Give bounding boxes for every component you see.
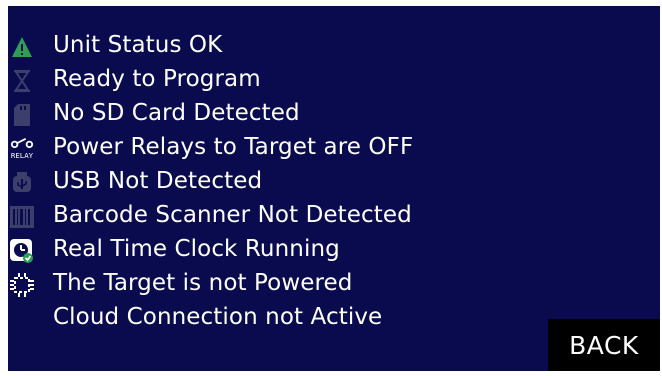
hourglass-icon bbox=[10, 69, 34, 93]
back-button[interactable]: BACK bbox=[548, 319, 660, 371]
usb-icon bbox=[10, 171, 34, 195]
status-label: Cloud Connection not Active bbox=[53, 304, 383, 330]
chip-icon bbox=[10, 273, 34, 297]
relay-icon: RELAY bbox=[10, 137, 34, 161]
relay-icon-text: RELAY bbox=[11, 151, 34, 160]
status-label: USB Not Detected bbox=[53, 168, 263, 194]
status-label: Power Relays to Target are OFF bbox=[53, 134, 414, 160]
status-label: No SD Card Detected bbox=[53, 100, 300, 126]
sd-card-icon bbox=[10, 103, 34, 127]
status-label: Unit Status OK bbox=[53, 32, 223, 58]
clock-icon bbox=[10, 239, 34, 263]
barcode-icon bbox=[10, 205, 34, 229]
status-label: The Target is not Powered bbox=[53, 270, 353, 296]
cloud-icon bbox=[10, 307, 34, 331]
status-label: Real Time Clock Running bbox=[53, 236, 340, 262]
status-label: Barcode Scanner Not Detected bbox=[53, 202, 412, 228]
status-screen: Unit Status OK Ready to Program No SD Ca… bbox=[8, 6, 660, 371]
status-label: Ready to Program bbox=[53, 66, 261, 92]
warning-triangle-icon bbox=[10, 35, 34, 59]
